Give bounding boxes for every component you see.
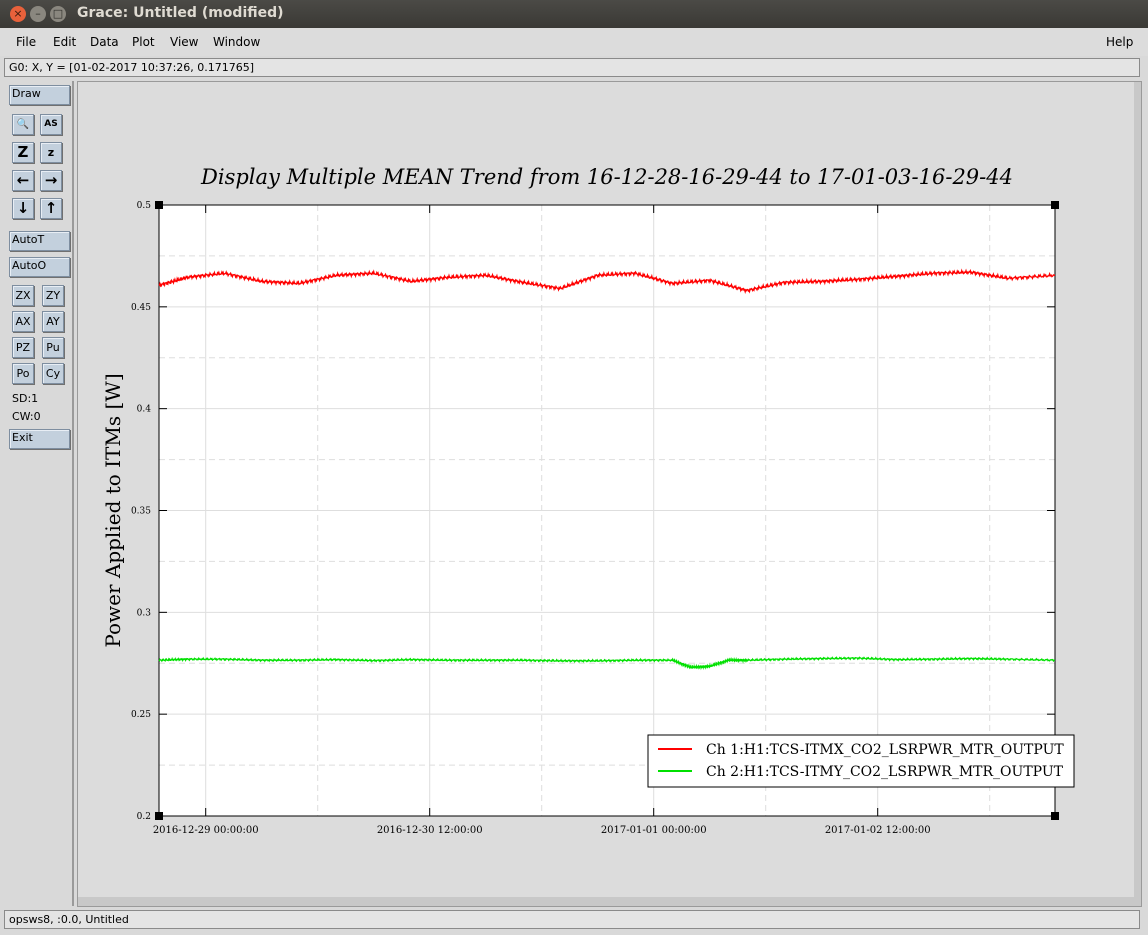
x-tick-label: 2017-01-02 12:00:00 bbox=[825, 825, 931, 836]
sd-readout: SD:1 bbox=[12, 392, 39, 405]
close-icon[interactable]: × bbox=[10, 6, 26, 22]
ay-button[interactable]: AY bbox=[42, 311, 64, 332]
locator-bar: G0: X, Y = [01-02-2017 10:37:26, 0.17176… bbox=[4, 58, 1140, 77]
chart: 0.2 0.25 0.3 0.35 0.4 0.45 0.5 2016-12-29 00:00… bbox=[101, 165, 1075, 836]
menu-edit[interactable]: Edit bbox=[53, 35, 76, 49]
y-tick-label: 0.2 bbox=[137, 812, 151, 822]
autoo-button[interactable]: AutoO bbox=[9, 257, 70, 277]
y-axis-label: Power Applied to ITMs [W] bbox=[101, 373, 125, 647]
pu-button[interactable]: Pu bbox=[42, 337, 64, 358]
corner-handle bbox=[1051, 201, 1059, 209]
tool-panel: Draw 🔍 AS Z z ← → ↓ ↑ AutoT AutoO ZX ZY … bbox=[4, 81, 74, 906]
menu-data[interactable]: Data bbox=[90, 35, 119, 49]
zoom-y-button[interactable]: z bbox=[40, 142, 62, 163]
y-tick-label: 0.35 bbox=[131, 507, 151, 517]
legend-label-1: Ch 1:H1:TCS-ITMX_CO2_LSRPWR_MTR_OUTPUT bbox=[706, 742, 1064, 758]
po-button[interactable]: Po bbox=[12, 363, 34, 384]
corner-handle bbox=[155, 812, 163, 820]
down-arrow-icon[interactable]: ↓ bbox=[12, 198, 34, 219]
right-arrow-icon[interactable]: → bbox=[40, 170, 62, 191]
title-bar: × – □ Grace: Untitled (modified) bbox=[0, 0, 1148, 28]
ax-button[interactable]: AX bbox=[12, 311, 34, 332]
zx-button[interactable]: ZX bbox=[12, 285, 34, 306]
legend: Ch 1:H1:TCS-ITMX_CO2_LSRPWR_MTR_OUTPUT Ch… bbox=[647, 734, 1075, 788]
corner-handle bbox=[155, 201, 163, 209]
autot-button[interactable]: AutoT bbox=[9, 231, 70, 251]
locator-readout: G0: X, Y = [01-02-2017 10:37:26, 0.17176… bbox=[9, 61, 255, 74]
menu-help[interactable]: Help bbox=[1106, 35, 1133, 49]
y-tick-label: 0.5 bbox=[137, 201, 152, 211]
zoom-icon[interactable]: 🔍 bbox=[12, 114, 34, 135]
status-bar: opsws8, :0.0, Untitled bbox=[4, 910, 1140, 929]
text-tool-icon[interactable]: AS bbox=[40, 114, 62, 135]
exit-button[interactable]: Exit bbox=[9, 429, 70, 449]
plot-canvas[interactable]: 0.2 0.25 0.3 0.35 0.4 0.45 0.5 2016-12-29 00:00… bbox=[78, 82, 1134, 897]
x-tick-label: 2016-12-30 12:00:00 bbox=[377, 825, 483, 836]
zy-button[interactable]: ZY bbox=[42, 285, 64, 306]
pz-button[interactable]: PZ bbox=[12, 337, 34, 358]
legend-label-2: Ch 2:H1:TCS-ITMY_CO2_LSRPWR_MTR_OUTPUT bbox=[706, 764, 1064, 780]
chart-title: Display Multiple MEAN Trend from 16-12-2… bbox=[200, 165, 1013, 189]
menu-view[interactable]: View bbox=[170, 35, 198, 49]
y-tick-label: 0.45 bbox=[131, 303, 151, 313]
cw-readout: CW:0 bbox=[12, 410, 41, 423]
menu-bar: File Edit Data Plot View Window Help bbox=[0, 28, 1148, 56]
grid bbox=[159, 205, 1055, 816]
minimize-icon[interactable]: – bbox=[30, 6, 46, 22]
left-arrow-icon[interactable]: ← bbox=[12, 170, 34, 191]
corner-handle bbox=[1051, 812, 1059, 820]
x-tick-label: 2017-01-01 00:00:00 bbox=[601, 825, 707, 836]
menu-window[interactable]: Window bbox=[213, 35, 260, 49]
cy-button[interactable]: Cy bbox=[42, 363, 64, 384]
menu-plot[interactable]: Plot bbox=[132, 35, 155, 49]
y-tick-label: 0.25 bbox=[131, 710, 151, 720]
x-tick-label: 2016-12-29 00:00:00 bbox=[153, 825, 259, 836]
canvas-frame: 0.2 0.25 0.3 0.35 0.4 0.45 0.5 2016-12-29 00:00… bbox=[77, 81, 1142, 907]
up-arrow-icon[interactable]: ↑ bbox=[40, 198, 62, 219]
y-tick-label: 0.4 bbox=[137, 405, 152, 415]
status-text: opsws8, :0.0, Untitled bbox=[9, 913, 129, 926]
y-tick-label: 0.3 bbox=[137, 608, 152, 618]
maximize-icon[interactable]: □ bbox=[50, 6, 66, 22]
draw-button[interactable]: Draw bbox=[9, 85, 70, 105]
window-title: Grace: Untitled (modified) bbox=[77, 5, 284, 21]
menu-file[interactable]: File bbox=[16, 35, 36, 49]
zoom-x-button[interactable]: Z bbox=[12, 142, 34, 163]
